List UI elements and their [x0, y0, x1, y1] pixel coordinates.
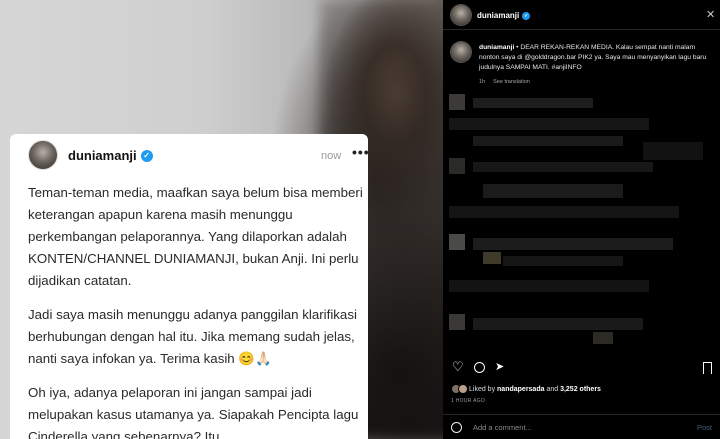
liked-by-and: and — [544, 385, 561, 393]
comment-bubble-icon[interactable] — [474, 362, 485, 373]
liked-by-text: Liked by nandapersada and 3,252 others — [469, 386, 601, 393]
card-username[interactable]: duniamanji — [68, 148, 137, 163]
likes-row: Liked by nandapersada and 3,252 others — [451, 384, 601, 394]
post-actions: ♡ ➤ — [443, 360, 720, 378]
liker-avatar — [458, 384, 468, 394]
caption-username[interactable]: duniamanji — [479, 44, 514, 51]
card-paragraph-2: Jadi saya masih menunggu adanya panggila… — [28, 307, 357, 366]
post-header: duniamanji ✓ ✕ — [443, 0, 720, 30]
share-send-icon[interactable]: ➤ — [495, 360, 509, 374]
caption-avatar[interactable] — [451, 42, 471, 62]
header-username[interactable]: duniamanji — [477, 11, 519, 20]
threads-post-card: duniamanji ✓ now ••• Teman-teman media, … — [10, 134, 370, 439]
background-photo: duniamanji ✓ now ••• Teman-teman media, … — [0, 0, 445, 439]
liker-avatars — [451, 384, 468, 394]
instagram-post-panel: duniamanji ✓ ✕ duniamanji • DEAR REKAN-R… — [443, 0, 720, 439]
avatar[interactable] — [28, 140, 58, 170]
card-header: duniamanji ✓ now ••• — [10, 134, 370, 180]
caption-text: • DEAR REKAN-REKAN MEDIA. Kalau sempat n… — [479, 44, 707, 71]
card-paragraph-1: Teman-teman media, maafkan saya belum bi… — [28, 185, 363, 288]
close-icon[interactable]: ✕ — [706, 8, 715, 21]
card-username-row: duniamanji ✓ — [68, 148, 153, 163]
liked-by-prefix: Liked by — [469, 385, 498, 393]
header-avatar[interactable] — [451, 5, 471, 25]
card-paragraph-3: Oh iya, adanya pelaporan ini jangan samp… — [28, 385, 359, 439]
save-bookmark-icon[interactable] — [703, 362, 712, 374]
pixelated-comments-area — [443, 92, 720, 350]
see-translation-link[interactable]: See translation — [493, 79, 530, 85]
caption-time: 1h — [479, 79, 486, 85]
more-options-icon[interactable]: ••• — [352, 144, 370, 160]
card-body: Teman-teman media, maafkan saya belum bi… — [28, 182, 363, 439]
verified-badge-icon: ✓ — [140, 149, 153, 162]
liked-by-user-link[interactable]: nandapersada — [497, 386, 544, 393]
card-timestamp: now — [321, 150, 342, 162]
comment-bar: Add a comment... Post — [443, 414, 720, 439]
post-caption: duniamanji • DEAR REKAN-REKAN MEDIA. Kal… — [479, 43, 715, 73]
like-heart-icon[interactable]: ♡ — [452, 360, 466, 374]
post-button[interactable]: Post — [697, 423, 712, 432]
verified-badge-icon: ✓ — [522, 11, 531, 20]
post-age: 1 HOUR AGO — [451, 398, 486, 404]
header-username-row: duniamanji ✓ — [477, 11, 531, 20]
emoji-smiley-icon[interactable] — [451, 422, 462, 433]
comment-input[interactable]: Add a comment... — [473, 423, 532, 432]
liked-by-count-link[interactable]: 3,252 others — [560, 386, 601, 393]
caption-meta: 1h See translation — [479, 79, 530, 85]
